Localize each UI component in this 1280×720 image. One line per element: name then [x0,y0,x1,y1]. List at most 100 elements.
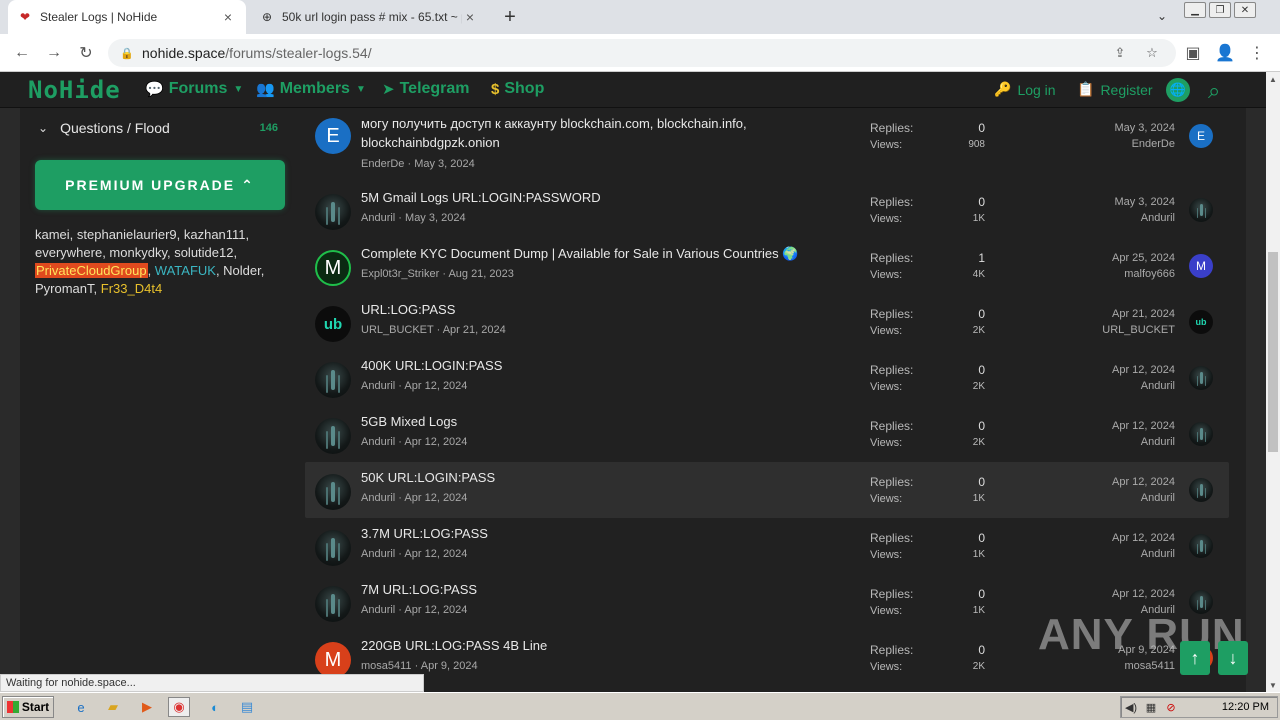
notepad-icon[interactable]: ▤ [236,697,258,717]
restore-window-button[interactable]: ❐ [1209,2,1231,18]
thread-row[interactable]: 5M Gmail Logs URL:LOGIN:PASSWORD Anduril … [305,182,1229,238]
globe-icon[interactable]: 🌐 [1166,78,1190,102]
edge-icon[interactable]: ◐ [204,697,226,717]
close-window-button[interactable]: ✕ [1234,2,1256,18]
close-tab-icon[interactable]: × [220,9,236,25]
premium-upgrade-button[interactable]: PREMIUM UPGRADE ⌃ [35,160,285,210]
last-post-date[interactable]: Apr 21, 2024 [1035,306,1175,322]
thread-author[interactable]: Expl0t3r_Striker [361,268,439,280]
security-alert-icon[interactable]: ⊘ [1161,701,1181,714]
nav-members[interactable]: 👥 Members ▼ [256,80,366,98]
close-tab-icon[interactable]: × [462,9,478,25]
thread-row[interactable]: 400K URL:LOGIN:PASS Anduril · Apr 12, 202… [305,350,1229,406]
thread-row[interactable]: 3.7M URL:LOG:PASS Anduril · Apr 12, 2024 R… [305,518,1229,574]
thread-title[interactable]: 5GB Mixed Logs [361,412,831,431]
last-post-date[interactable]: Apr 12, 2024 [1035,530,1175,546]
ie-icon[interactable]: e [70,697,92,717]
nav-shop[interactable]: $ Shop [491,80,544,98]
login-link[interactable]: 🔑 Log in [994,81,1056,98]
nav-forums[interactable]: 💬 Forums ▼ [145,80,243,98]
caret-down-icon[interactable]: ▼ [233,84,243,95]
last-post-date[interactable]: Apr 12, 2024 [1035,474,1175,490]
thread-date[interactable]: May 3, 2024 [405,212,466,224]
last-poster-avatar[interactable] [1189,422,1213,446]
last-post-user[interactable]: Anduril [1035,546,1175,562]
thread-author[interactable]: EnderDe [361,158,404,170]
author-avatar[interactable] [315,586,351,622]
site-logo[interactable]: NoHide [28,76,121,104]
address-bar[interactable]: 🔒 nohide.space/forums/stealer-logs.54/ ⇪… [108,39,1176,67]
author-avatar[interactable] [315,474,351,510]
user-link[interactable]: WATAFUK [155,263,216,278]
last-post-user[interactable]: Anduril [1035,490,1175,506]
page-scrollbar[interactable]: ▲ ▼ [1266,72,1280,692]
thread-title[interactable]: Complete KYC Document Dump | Available f… [361,244,831,263]
last-post-date[interactable]: Apr 12, 2024 [1035,586,1175,602]
author-avatar[interactable]: E [315,118,351,154]
author-avatar[interactable]: ub [315,306,351,342]
last-post-user[interactable]: malfoy666 [1035,266,1175,282]
thread-date[interactable]: Aug 21, 2023 [448,268,513,280]
share-icon[interactable]: ⇪ [1110,43,1130,63]
search-icon[interactable]: ⌕ [1208,78,1220,104]
tab-search-chevron-icon[interactable]: ⌄ [1152,6,1172,26]
last-post-date[interactable]: May 3, 2024 [1035,194,1175,210]
author-avatar[interactable] [315,530,351,566]
last-post-date[interactable]: Apr 12, 2024 [1035,362,1175,378]
last-post-user[interactable]: EnderDe [1035,136,1175,152]
thread-author[interactable]: Anduril [361,604,395,616]
category-questions-flood[interactable]: ⌄ Questions / Flood 146 [38,118,278,138]
thread-author[interactable]: Anduril [361,492,395,504]
side-panel-icon[interactable]: ▣ [1181,41,1205,65]
thread-title[interactable]: 5M Gmail Logs URL:LOGIN:PASSWORD [361,188,831,207]
bookmark-star-icon[interactable]: ☆ [1142,43,1162,63]
last-poster-avatar[interactable]: E [1189,124,1213,148]
thread-title[interactable]: 3.7M URL:LOG:PASS [361,524,831,543]
last-post-date[interactable]: Apr 25, 2024 [1035,250,1175,266]
thread-author[interactable]: Anduril [361,436,395,448]
thread-title[interactable]: 400K URL:LOGIN:PASS [361,356,831,375]
media-player-icon[interactable]: ▶ [136,697,158,717]
thread-author[interactable]: Anduril [361,212,395,224]
scroll-down-arrow-icon[interactable]: ▼ [1266,678,1280,692]
thread-title[interactable]: 50K URL:LOGIN:PASS [361,468,831,487]
reload-icon[interactable]: ↻ [74,41,98,65]
thread-row[interactable]: M Complete KYC Document Dump | Available … [305,238,1229,294]
thread-date[interactable]: Apr 12, 2024 [404,492,467,504]
tab-stealer-logs[interactable]: ❤ Stealer Logs | NoHide × [8,0,246,34]
thread-row[interactable]: 5GB Mixed Logs Anduril · Apr 12, 2024 Repl… [305,406,1229,462]
thread-date[interactable]: Apr 21, 2024 [443,324,506,336]
last-poster-avatar[interactable]: M [1189,254,1213,278]
author-avatar[interactable]: M [315,250,351,286]
thread-title[interactable]: 7M URL:LOG:PASS [361,580,831,599]
lock-icon[interactable]: 🔒 [120,47,134,60]
last-post-user[interactable]: Anduril [1035,378,1175,394]
last-poster-avatar[interactable] [1189,366,1213,390]
last-post-user[interactable]: URL_BUCKET [1035,322,1175,338]
author-avatar[interactable] [315,362,351,398]
last-post-user[interactable]: mosa5411 [1035,658,1175,674]
last-post-user[interactable]: Anduril [1035,210,1175,226]
author-avatar[interactable] [315,194,351,230]
last-poster-avatar[interactable] [1189,198,1213,222]
last-poster-avatar[interactable]: ub [1189,310,1213,334]
thread-date[interactable]: May 3, 2024 [414,158,475,170]
last-post-date[interactable]: May 3, 2024 [1035,120,1175,136]
thread-title[interactable]: URL:LOG:PASS [361,300,831,319]
thread-date[interactable]: Apr 12, 2024 [404,548,467,560]
network-icon[interactable]: ▦ [1141,701,1161,714]
back-arrow-icon[interactable]: ← [10,41,34,65]
thread-title[interactable]: 220GB URL:LOG:PASS 4B Line [361,636,831,655]
thread-row[interactable]: Eмогу получить доступ к аккаунту blockch… [305,108,1229,182]
user-link[interactable]: PrivateCloudGroup [35,263,148,278]
thread-author[interactable]: Anduril [361,548,395,560]
user-link[interactable]: Fr33_D4t4 [101,281,162,296]
nav-telegram[interactable]: ➤ Telegram [382,80,470,98]
author-avatar[interactable]: M [315,642,351,678]
thread-row[interactable]: ub URL:LOG:PASS URL_BUCKET · Apr 21, 2024 R… [305,294,1229,350]
menu-dots-icon[interactable]: ⋮ [1245,41,1269,65]
thread-author[interactable]: Anduril [361,380,395,392]
last-post-date[interactable]: Apr 12, 2024 [1035,418,1175,434]
folder-icon[interactable]: ▰ [102,697,124,717]
thread-date[interactable]: Apr 12, 2024 [404,604,467,616]
